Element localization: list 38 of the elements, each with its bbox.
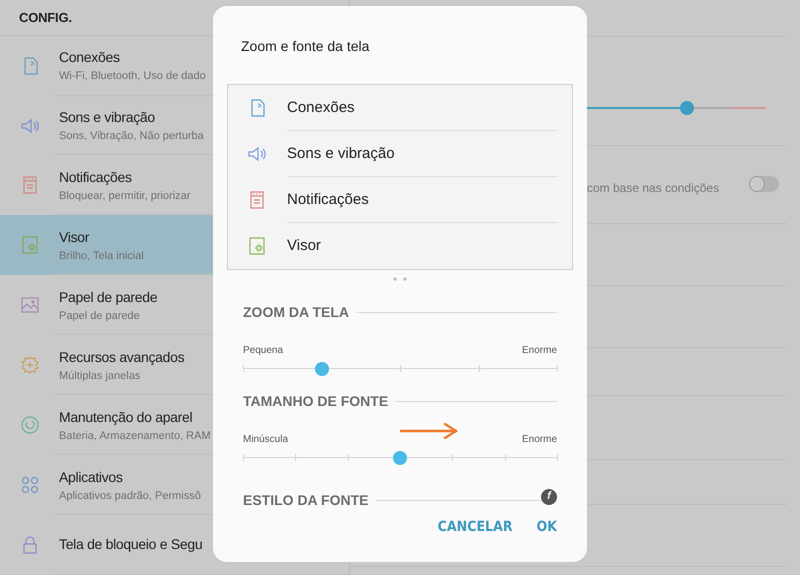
setting-description: com base nas condições [587, 180, 720, 197]
preview-item-label: Visor [287, 236, 321, 256]
item-title: Conexões [59, 48, 121, 68]
slider-thumb[interactable] [314, 362, 328, 376]
item-title: Tela de bloqueio e Segu [59, 535, 202, 554]
slider-min-label: Minúscula [243, 433, 288, 447]
item-title: Aplicativos [59, 468, 124, 487]
item-subtitle: Wi-Fi, Bluetooth, Uso de dado [59, 69, 206, 84]
item-subtitle: Bloquear, permitir, priorizar [59, 188, 190, 203]
preview-item-label: Conexões [287, 98, 355, 118]
font-style-icon[interactable]: f [541, 488, 557, 504]
arrow-icon [400, 423, 458, 439]
slider-track[interactable] [243, 362, 557, 376]
item-title: Sons e vibração [59, 108, 156, 128]
item-title: Visor [59, 228, 90, 247]
item-title: Notificações [59, 168, 133, 187]
page-indicator-icon [393, 277, 407, 281]
item-subtitle: Papel de parede [59, 308, 141, 323]
item-subtitle: Aplicativos padrão, Permissõ [59, 488, 201, 503]
item-subtitle: Múltiplas janelas [59, 368, 142, 383]
slider-max-label: Enorme [522, 344, 557, 358]
preview-item-label: Notificações [287, 190, 369, 210]
slider-thumb[interactable] [680, 101, 694, 115]
section-heading: ZOOM DA TELA [243, 303, 350, 322]
section-heading: TAMANHO DE FONTE [243, 392, 388, 411]
preview-item-label: Sons e vibração [287, 144, 395, 164]
slider-min-label: Pequena [243, 344, 284, 358]
item-subtitle: Bateria, Armazenamento, RAM [59, 428, 211, 443]
item-subtitle: Brilho, Tela inicial [59, 248, 144, 263]
slider-thumb[interactable] [393, 451, 407, 465]
section-heading: ESTILO DA FONTE [243, 491, 368, 510]
slider-max-label: Enorme [522, 433, 557, 447]
item-title: Manutenção do aparel [59, 408, 194, 427]
item-subtitle: Sons, Vibração, Não perturba [59, 129, 204, 144]
item-title: Papel de parede [59, 288, 158, 307]
dialog-title: Zoom e fonte da tela [240, 37, 370, 56]
item-title: Recursos avançados [59, 348, 184, 367]
toggle-switch[interactable] [749, 176, 779, 192]
